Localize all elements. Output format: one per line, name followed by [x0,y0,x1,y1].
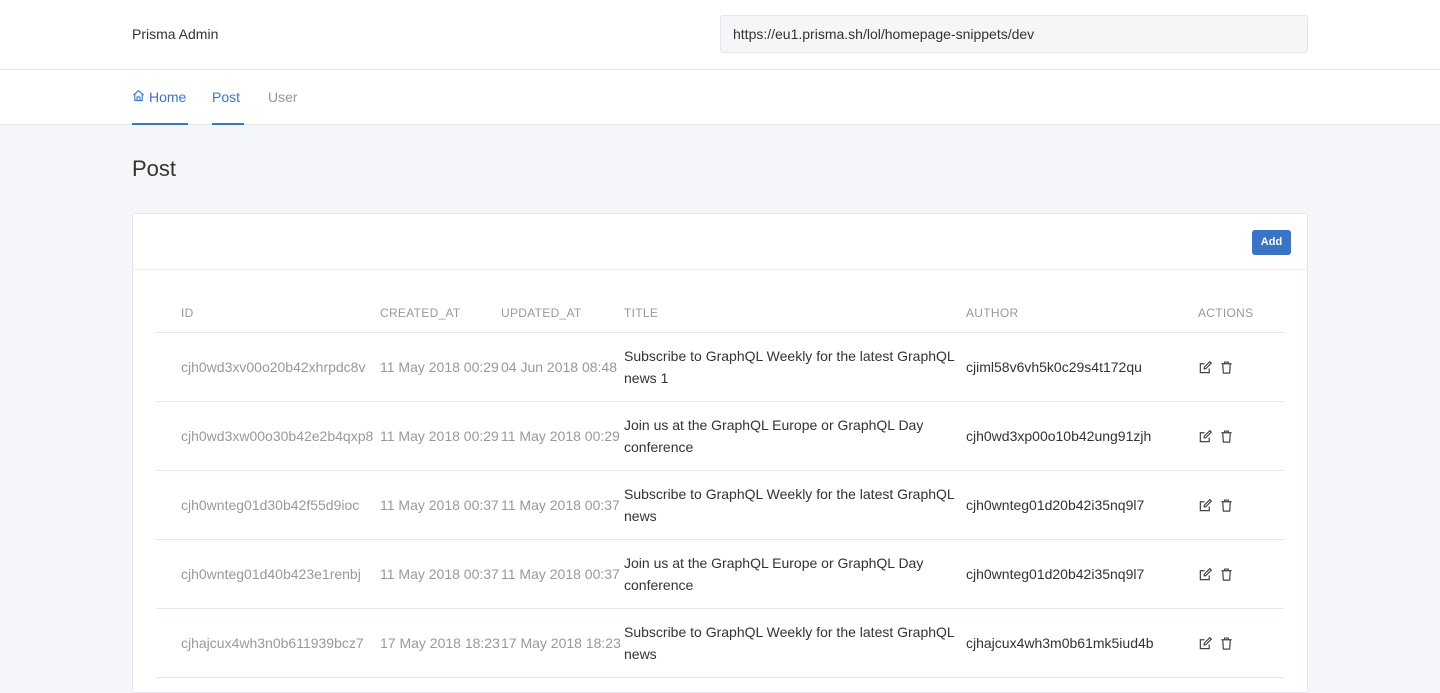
cell-author: cjh0wnteg01d20b42i35nq9l7 [966,539,1182,609]
cell-title: Join us at the GraphQL Europe or GraphQL… [624,401,966,471]
trash-icon[interactable] [1219,498,1235,514]
edit-icon[interactable] [1198,567,1214,583]
edit-icon[interactable] [1198,429,1214,445]
cell-created-at: 11 May 2018 00:29 [380,332,501,402]
trash-icon[interactable] [1219,360,1235,376]
column-header-id[interactable]: ID [157,296,380,333]
page-title: Post [132,156,177,181]
cell-updated-at: 11 May 2018 00:29 [501,401,624,471]
cell-author: cjiml58v6vh5k0c29s4t172qu [966,332,1182,402]
trash-icon[interactable] [1219,429,1235,445]
table-row[interactable]: cjhajcux4wh3n0b611939bcz7 17 May 2018 18:… [157,608,1283,678]
cell-title: Join us at the GraphQL Europe or GraphQL… [624,539,966,609]
post-table-card: Add ID CREATED_AT UPDATED_AT TITLE AUTHO… [132,213,1308,693]
table-row[interactable]: cjh0wnteg01d30b42f55d9ioc 11 May 2018 00:… [157,470,1283,540]
cell-created-at: 11 May 2018 00:37 [380,539,501,609]
cell-id: cjh0wnteg01d30b42f55d9ioc [157,470,380,540]
home-icon [132,70,145,124]
cell-title: Subscribe to GraphQL Weekly for the late… [624,332,966,402]
table-row[interactable]: cjh0wd3xw00o30b42e2b4qxp8 11 May 2018 00:… [157,401,1283,471]
tab-home[interactable]: Home [132,70,188,125]
column-header-updated-at[interactable]: UPDATED_AT [501,296,624,333]
add-button[interactable]: Add [1252,230,1291,255]
cell-updated-at: 11 May 2018 00:37 [501,539,624,609]
top-bar: Prisma Admin [0,0,1440,70]
cell-actions [1182,470,1283,540]
cell-created-at: 11 May 2018 00:29 [380,401,501,471]
post-table: ID CREATED_AT UPDATED_AT TITLE AUTHOR AC… [157,296,1283,678]
cell-created-at: 11 May 2018 00:37 [380,470,501,540]
cell-author: cjhajcux4wh3m0b61mk5iud4b [966,608,1182,678]
cell-actions [1182,332,1283,402]
edit-icon[interactable] [1198,360,1214,376]
column-header-title[interactable]: TITLE [624,296,966,333]
cell-created-at: 17 May 2018 18:23 [380,608,501,678]
cell-id: cjh0wd3xw00o30b42e2b4qxp8 [157,401,380,471]
cell-updated-at: 04 Jun 2018 08:48 [501,332,624,402]
trash-icon[interactable] [1219,636,1235,652]
cell-id: cjh0wd3xv00o20b42xhrpdc8v [157,332,380,402]
cell-actions [1182,401,1283,471]
nav-tabs: Home Post User [0,70,1440,125]
trash-icon[interactable] [1219,567,1235,583]
table-row[interactable]: cjh0wnteg01d40b423e1renbj 11 May 2018 00:… [157,539,1283,609]
cell-updated-at: 17 May 2018 18:23 [501,608,624,678]
column-header-created-at[interactable]: CREATED_AT [380,296,501,333]
cell-actions [1182,608,1283,678]
tab-post-label: Post [212,89,241,105]
tab-user[interactable]: User [268,70,298,125]
table-row[interactable]: cjh0wd3xv00o20b42xhrpdc8v 11 May 2018 00:… [157,332,1283,402]
cell-id: cjhajcux4wh3n0b611939bcz7 [157,608,380,678]
cell-title: Subscribe to GraphQL Weekly for the late… [624,470,966,540]
tab-user-label: User [268,89,298,105]
edit-icon[interactable] [1198,636,1214,652]
tab-post[interactable]: Post [212,70,244,125]
cell-title: Subscribe to GraphQL Weekly for the late… [624,608,966,678]
cell-author: cjh0wnteg01d20b42i35nq9l7 [966,470,1182,540]
tab-home-label: Home [149,89,187,105]
cell-updated-at: 11 May 2018 00:37 [501,470,624,540]
card-header: Add [133,214,1307,270]
column-header-actions: ACTIONS [1182,296,1283,333]
cell-author: cjh0wd3xp00o10b42ung91zjh [966,401,1182,471]
table-header-row: ID CREATED_AT UPDATED_AT TITLE AUTHOR AC… [157,296,1283,333]
column-header-author[interactable]: AUTHOR [966,296,1182,333]
cell-actions [1182,539,1283,609]
app-brand[interactable]: Prisma Admin [132,24,218,44]
edit-icon[interactable] [1198,498,1214,514]
endpoint-input[interactable] [720,15,1308,53]
cell-id: cjh0wnteg01d40b423e1renbj [157,539,380,609]
